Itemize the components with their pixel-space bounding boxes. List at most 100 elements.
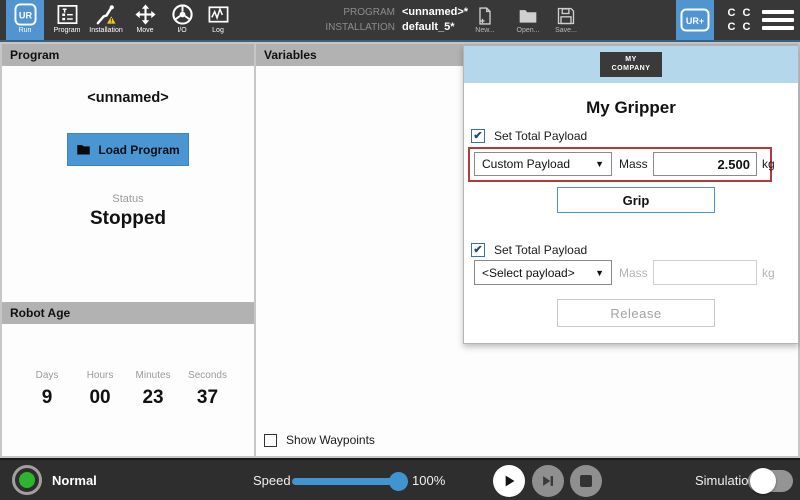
company-header-band: MY COMPANY <box>464 46 798 83</box>
show-waypoints-label: Show Waypoints <box>286 433 375 447</box>
release-payload-dropdown[interactable]: <Select payload> ▼ <box>474 260 612 285</box>
tab-installation[interactable]: ! Installation <box>87 0 125 40</box>
new-program-button[interactable]: New... <box>465 6 505 34</box>
tab-label: Run <box>19 27 32 34</box>
grip-mass-label: Mass <box>619 157 648 171</box>
release-unit-label: kg <box>762 266 775 280</box>
release-set-payload-checkbox[interactable]: ✔ <box>471 243 485 257</box>
load-program-label: Load Program <box>98 143 179 157</box>
save-program-button[interactable]: Save... <box>546 6 586 34</box>
tab-label: I/O <box>177 27 186 34</box>
top-nav-bar: UR Run Program ! Installation <box>0 0 800 42</box>
program-panel-title: Program <box>2 44 254 66</box>
release-set-payload-label: Set Total Payload <box>494 243 587 257</box>
age-minutes: Minutes 23 <box>135 370 171 409</box>
svg-text:UR+: UR+ <box>686 16 704 26</box>
program-name-value: <unnamed>* <box>402 5 468 20</box>
urplus-badge[interactable]: UR+ <box>676 0 714 40</box>
cc-letter: C <box>724 21 739 35</box>
release-mass-label: Mass <box>619 266 648 280</box>
footer-bar: Normal Speed 100% Simulation <box>0 458 800 500</box>
step-button[interactable] <box>532 465 564 497</box>
file-info: PROGRAM <unnamed>* INSTALLATION default_… <box>300 5 468 35</box>
cc-letter: C <box>724 7 739 21</box>
io-wheel-icon <box>171 3 194 26</box>
show-waypoints-row: Show Waypoints <box>264 433 375 447</box>
folder-icon <box>76 142 91 157</box>
cc-grid-icon[interactable]: C C C C <box>724 7 754 35</box>
age-hours: Hours 00 <box>82 370 118 409</box>
check-icon: ✔ <box>473 131 482 142</box>
tab-move[interactable]: Move <box>126 0 164 40</box>
tab-label: Log <box>212 27 224 34</box>
robot-state-label: Normal <box>52 473 97 488</box>
program-label: PROGRAM <box>300 5 395 20</box>
grip-set-payload-label: Set Total Payload <box>494 129 587 143</box>
tab-run[interactable]: UR Run <box>6 0 44 40</box>
grip-button[interactable]: Grip <box>557 187 715 213</box>
grip-set-payload-checkbox[interactable]: ✔ <box>471 129 485 143</box>
status-value: Stopped <box>2 208 254 230</box>
release-payload-row: ✔ Set Total Payload <box>471 243 587 257</box>
grip-payload-row: ✔ Set Total Payload <box>471 129 587 143</box>
show-waypoints-checkbox[interactable] <box>264 434 277 447</box>
release-button[interactable]: Release <box>557 299 715 327</box>
robot-age-counters: Days 9 Hours 00 Minutes 23 Seconds 37 <box>2 370 254 409</box>
speed-slider[interactable] <box>292 478 404 485</box>
save-floppy-icon <box>556 6 576 26</box>
open-label: Open... <box>517 27 540 34</box>
installation-label: INSTALLATION <box>300 20 395 35</box>
svg-text:UR: UR <box>18 10 32 20</box>
chevron-down-icon: ▼ <box>595 268 604 278</box>
gripper-popup: MY COMPANY My Gripper ✔ Set Total Payloa… <box>463 45 799 344</box>
check-icon: ✔ <box>473 245 482 256</box>
tab-label: Program <box>54 27 81 34</box>
stop-button[interactable] <box>570 465 602 497</box>
new-label: New... <box>475 27 494 34</box>
tab-io[interactable]: I/O <box>163 0 201 40</box>
play-icon <box>499 471 519 491</box>
robot-arm-warning-icon: ! <box>95 3 118 26</box>
program-name: <unnamed> <box>2 90 254 106</box>
new-document-icon <box>475 6 495 26</box>
speed-slider-knob[interactable] <box>389 472 408 491</box>
status-label: Status <box>2 193 254 205</box>
cc-letter: C <box>739 7 754 21</box>
age-seconds: Seconds 37 <box>188 370 227 409</box>
installation-name-value: default_5* <box>402 20 455 35</box>
program-panel: Program <unnamed> Load Program Status St… <box>2 44 254 456</box>
speed-value: 100% <box>412 473 445 488</box>
grip-unit-label: kg <box>762 157 775 171</box>
urplus-icon: UR+ <box>680 8 710 32</box>
chevron-down-icon: ▼ <box>595 159 604 169</box>
robot-status-light <box>12 465 42 495</box>
simulation-toggle-knob[interactable] <box>750 468 776 494</box>
play-button[interactable] <box>493 465 525 497</box>
tab-log[interactable]: Log <box>199 0 237 40</box>
tab-label: Move <box>136 27 153 34</box>
company-logo: MY COMPANY <box>600 52 663 77</box>
svg-text:!: ! <box>110 18 112 25</box>
load-program-button[interactable]: Load Program <box>67 133 189 166</box>
program-tree-icon <box>56 3 79 26</box>
release-mass-input[interactable] <box>653 260 757 285</box>
hamburger-menu-icon[interactable] <box>762 10 794 34</box>
step-forward-icon <box>539 472 557 490</box>
age-days: Days 9 <box>29 370 65 409</box>
tab-program[interactable]: Program <box>48 0 86 40</box>
grip-mass-input[interactable] <box>653 152 757 176</box>
simulation-label: Simulation <box>695 473 756 488</box>
speed-label: Speed <box>253 473 291 488</box>
move-arrows-icon <box>134 3 157 26</box>
grip-payload-dropdown[interactable]: Custom Payload ▼ <box>474 152 612 176</box>
open-program-button[interactable]: Open... <box>508 6 548 34</box>
open-folder-icon <box>518 6 538 26</box>
log-chart-icon <box>207 3 230 26</box>
tab-label: Installation <box>89 27 122 34</box>
robot-age-title: Robot Age <box>2 302 254 324</box>
save-label: Save... <box>555 27 577 34</box>
gripper-title: My Gripper <box>464 98 798 118</box>
ur-logo-icon: UR <box>14 3 37 26</box>
stop-icon <box>580 475 592 487</box>
polyscope-screen: UR Run Program ! Installation <box>0 0 800 500</box>
